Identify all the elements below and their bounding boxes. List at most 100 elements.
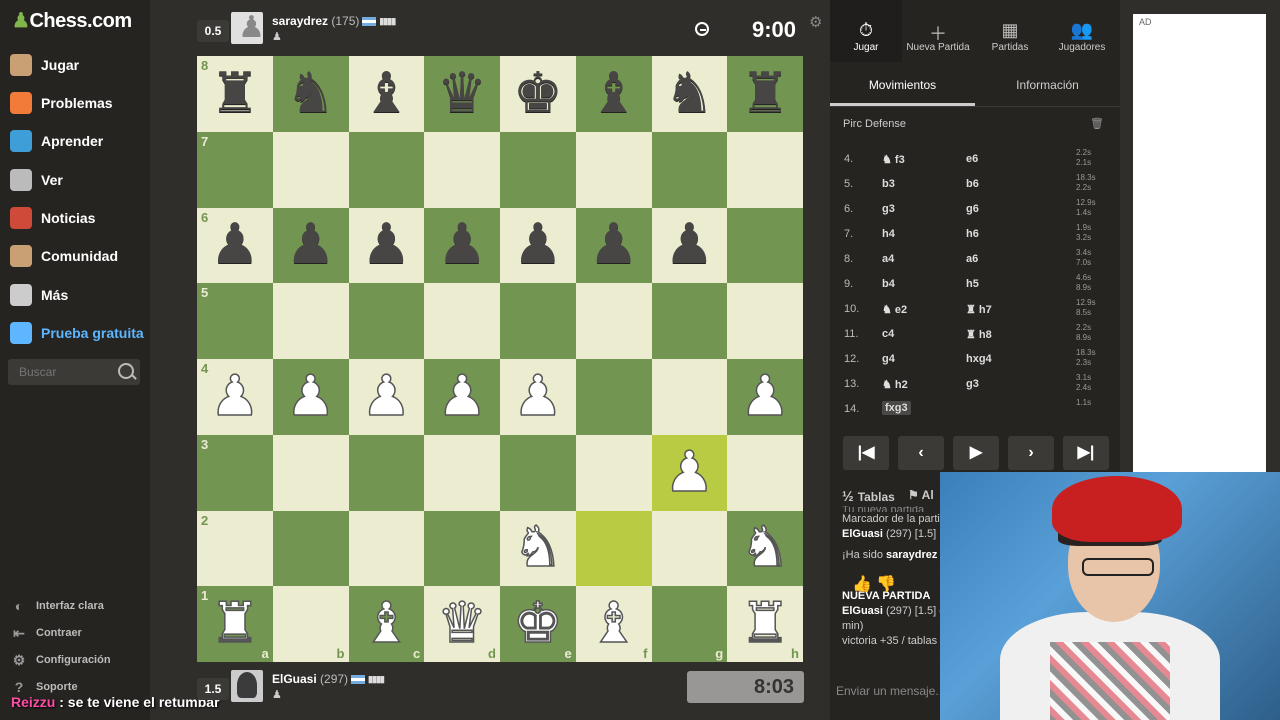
opening-name[interactable]: Pirc Defense — [843, 118, 906, 130]
white-king-icon[interactable]: ♚ — [512, 595, 564, 653]
black-pawn-icon[interactable]: ♟ — [361, 217, 411, 273]
square-a6[interactable]: 6 ♟ — [197, 207, 273, 284]
black-bishop-icon[interactable]: ♝ — [589, 65, 639, 122]
sidebar-bottom-1[interactable]: ⇤ Contraer — [10, 623, 82, 643]
prev-move-icon[interactable]: ‹ — [898, 436, 944, 470]
sidebar-item-aprender[interactable]: Aprender — [10, 126, 103, 156]
black-move[interactable]: a6 — [966, 253, 978, 265]
white-move[interactable]: a4 — [882, 253, 894, 265]
black-move[interactable]: g3 — [966, 378, 979, 390]
white-move[interactable]: g3 — [882, 203, 895, 215]
square-a8[interactable]: 8 ♜ — [197, 56, 273, 132]
black-knight-icon[interactable]: ♞ — [286, 65, 336, 122]
square-g6[interactable]: ♟ — [651, 207, 728, 284]
sidebar-item-noticias[interactable]: Noticias — [10, 203, 95, 233]
square-h3[interactable] — [727, 434, 803, 511]
white-move[interactable]: b4 — [882, 278, 895, 290]
white-pawn-icon[interactable]: ♟ — [739, 368, 791, 426]
square-d8[interactable]: ♛ — [424, 56, 500, 132]
black-move[interactable]: h6 — [966, 228, 979, 240]
square-f3[interactable] — [575, 434, 652, 511]
top-player-name[interactable]: saraydrez — [272, 14, 328, 28]
tab-moves[interactable]: Movimientos — [830, 66, 975, 106]
square-c6[interactable]: ♟ — [348, 207, 425, 284]
search-input[interactable] — [17, 364, 113, 380]
top-player-avatar[interactable]: ♟ — [231, 12, 263, 44]
square-b8[interactable]: ♞ — [272, 56, 349, 132]
black-move[interactable]: hxg4 — [966, 353, 992, 365]
sidebar-bottom-2[interactable]: ⚙ Configuración — [10, 650, 111, 670]
square-e2[interactable]: ♞ — [500, 510, 576, 587]
tab-jugadores[interactable]: 👥 Jugadores — [1046, 0, 1118, 62]
black-move[interactable]: ♜ h8 — [966, 328, 992, 341]
square-e6[interactable]: ♟ — [500, 207, 576, 284]
white-move[interactable]: g4 — [882, 353, 895, 365]
square-a7[interactable]: 7 — [197, 131, 273, 208]
square-f8[interactable]: ♝ — [575, 56, 652, 132]
black-pawn-icon[interactable]: ♟ — [286, 217, 336, 273]
search-icon[interactable] — [118, 363, 134, 379]
square-d1[interactable]: d ♛ — [424, 586, 500, 662]
square-a4[interactable]: 4 ♟ — [197, 359, 273, 435]
white-pawn-icon[interactable]: ♟ — [361, 368, 413, 426]
abort-button[interactable]: ⚑ Al — [908, 488, 934, 502]
square-e1[interactable]: e ♚ — [500, 586, 576, 662]
search-box[interactable] — [8, 359, 140, 385]
ad-banner[interactable]: AD — [1133, 14, 1266, 474]
square-g7[interactable] — [651, 131, 728, 208]
square-a2[interactable]: 2 — [197, 510, 273, 587]
square-c3[interactable] — [348, 434, 425, 511]
square-c4[interactable]: ♟ — [348, 359, 425, 435]
black-pawn-icon[interactable]: ♟ — [664, 217, 714, 273]
white-pawn-icon[interactable]: ♟ — [285, 368, 337, 426]
square-h7[interactable] — [727, 131, 803, 208]
square-h5[interactable] — [727, 283, 803, 359]
square-h2[interactable]: ♞ — [727, 510, 803, 587]
white-move[interactable]: fxg3 — [882, 401, 911, 415]
square-f5[interactable] — [575, 283, 652, 359]
black-pawn-icon[interactable]: ♟ — [437, 217, 487, 273]
square-e5[interactable] — [500, 283, 576, 359]
square-g5[interactable] — [651, 283, 728, 359]
white-move[interactable]: ♞ f3 — [882, 153, 905, 166]
black-bishop-icon[interactable]: ♝ — [361, 65, 411, 122]
black-pawn-icon[interactable]: ♟ — [513, 217, 563, 273]
sidebar-item-comunidad[interactable]: Comunidad — [10, 241, 118, 271]
black-knight-icon[interactable]: ♞ — [664, 65, 714, 122]
square-c1[interactable]: c ♝ — [348, 586, 425, 662]
next-move-icon[interactable]: › — [1008, 436, 1054, 470]
square-g8[interactable]: ♞ — [651, 56, 728, 132]
square-a1[interactable]: 1 a ♜ — [197, 586, 273, 662]
square-b4[interactable]: ♟ — [272, 359, 349, 435]
chess-board[interactable]: 8 ♜ ♞ ♝ ♛ ♚ ♝ ♞ ♜ 7 6 ♟ ♟ ♟ ♟ ♟ ♟ ♟ 5 4 ♟ ♟ ♟ ♟ ♟ ♟ 3 ♟ 2 ♞ ♞ 1 a ♜ b c ♝ d ♛ e… — [197, 56, 803, 662]
bottom-player-name[interactable]: ElGuasi — [272, 672, 317, 686]
square-f1[interactable]: f ♝ — [575, 586, 652, 662]
square-b6[interactable]: ♟ — [272, 207, 349, 284]
square-e7[interactable] — [500, 131, 576, 208]
last-move-icon[interactable]: ▶| — [1063, 436, 1109, 470]
square-c2[interactable] — [348, 510, 425, 587]
draw-button[interactable]: ½ Tablas — [842, 488, 895, 504]
square-f7[interactable] — [575, 131, 652, 208]
square-h8[interactable]: ♜ — [727, 56, 803, 132]
sidebar-item-ver[interactable]: Ver — [10, 165, 63, 195]
sidebar-item-jugar[interactable]: Jugar — [10, 50, 79, 80]
square-g1[interactable]: g — [651, 586, 728, 662]
square-d3[interactable] — [424, 434, 500, 511]
square-d6[interactable]: ♟ — [424, 207, 500, 284]
black-move[interactable]: b6 — [966, 178, 979, 190]
white-move[interactable]: ♞ e2 — [882, 303, 907, 316]
square-c8[interactable]: ♝ — [348, 56, 425, 132]
square-d4[interactable]: ♟ — [424, 359, 500, 435]
white-pawn-icon[interactable]: ♟ — [512, 368, 564, 426]
white-rook-icon[interactable]: ♜ — [209, 595, 261, 653]
sidebar-item-más[interactable]: Más — [10, 280, 68, 310]
bottom-player-avatar[interactable] — [231, 670, 263, 702]
trash-icon[interactable]: 🗑 — [1090, 117, 1104, 130]
white-pawn-icon[interactable]: ♟ — [436, 368, 488, 426]
square-h6[interactable] — [727, 207, 803, 284]
thumbs-up-icon[interactable]: 👍 — [852, 576, 872, 593]
black-pawn-icon[interactable]: ♟ — [210, 217, 260, 273]
square-a3[interactable]: 3 — [197, 434, 273, 511]
white-queen-icon[interactable]: ♛ — [436, 595, 488, 653]
